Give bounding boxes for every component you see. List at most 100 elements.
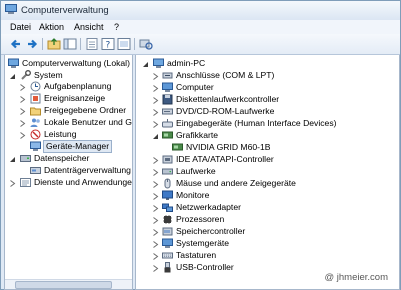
horizontal-scrollbar[interactable]: [5, 279, 132, 289]
expand-arrow-icon[interactable]: [152, 168, 159, 176]
expand-arrow-icon[interactable]: [152, 228, 159, 236]
processor-icon: [162, 214, 173, 225]
computer-icon: [153, 58, 164, 69]
dienste-label: Dienste und Anwendungen: [34, 177, 133, 187]
scrollbar-thumb[interactable]: [15, 281, 112, 289]
collapse-arrow-icon[interactable]: [152, 132, 159, 139]
computer-icon: [162, 82, 173, 93]
ereignisanzeige-label: Ereignisanzeige: [44, 93, 106, 103]
aufgabenplanung-label: Aufgabenplanung: [44, 81, 112, 91]
export-list-icon[interactable]: [85, 37, 99, 51]
datentraegerverwaltung-label: Datenträgerverwaltung: [44, 165, 131, 175]
forward-arrow-icon[interactable]: [25, 37, 39, 51]
up-folder-icon[interactable]: [47, 37, 61, 51]
menu-help[interactable]: ?: [114, 22, 119, 32]
ports-label: Anschlüsse (COM & LPT): [176, 70, 275, 80]
storage-icon: [20, 153, 31, 164]
system-devices-icon: [162, 238, 173, 249]
laufwerke-label: Laufwerke: [176, 166, 216, 176]
network-adapter-icon: [162, 202, 173, 213]
menu-datei[interactable]: Datei: [10, 22, 31, 32]
tree-root-label: Computerverwaltung (Lokal): [22, 58, 130, 68]
expand-arrow-icon[interactable]: [152, 84, 159, 92]
speichercontroller-label: Speichercontroller: [176, 226, 246, 236]
floppy-controller-icon: [162, 94, 173, 105]
computer-label: Computer: [176, 82, 214, 92]
expand-arrow-icon[interactable]: [152, 264, 159, 272]
system-tools-icon: [20, 70, 31, 81]
dvd-drive-icon: [162, 106, 173, 117]
collapse-arrow-icon[interactable]: [9, 155, 16, 162]
grafikkarte-label: Grafikkarte: [176, 130, 219, 140]
netzwerkadapter-label: Netzwerkadapter: [176, 202, 241, 212]
expand-arrow-icon[interactable]: [19, 95, 26, 103]
window-title: Computerverwaltung: [21, 5, 109, 16]
usb-label: USB-Controller: [176, 262, 234, 272]
watermark: @ jhmeier.com: [322, 272, 390, 283]
hid-icon: [162, 118, 173, 129]
expand-arrow-icon[interactable]: [152, 216, 159, 224]
port-icon: [162, 70, 173, 81]
expand-arrow-icon[interactable]: [152, 96, 159, 104]
display-adapter-icon: [172, 142, 183, 153]
toolbar: ?: [1, 34, 400, 55]
maeuse-label: Mäuse und andere Zeigegeräte: [176, 178, 296, 188]
expand-arrow-icon[interactable]: [19, 131, 26, 139]
disk-drive-icon: [162, 166, 173, 177]
freigegebene-ordner-label: Freigegebene Ordner: [44, 105, 127, 115]
expand-arrow-icon[interactable]: [19, 119, 26, 127]
menu-aktion[interactable]: Aktion: [39, 22, 64, 32]
event-viewer-icon: [30, 93, 41, 104]
device-tree[interactable]: admin-PC Anschlüsse (COM & LPT) Computer…: [135, 55, 400, 290]
collapse-arrow-icon[interactable]: [142, 60, 149, 67]
expand-arrow-icon[interactable]: [152, 240, 159, 248]
computer-management-icon: [5, 4, 17, 15]
ide-controller-icon: [162, 154, 173, 165]
expand-arrow-icon[interactable]: [152, 156, 159, 164]
back-arrow-icon[interactable]: [9, 37, 23, 51]
expand-arrow-icon[interactable]: [152, 252, 159, 260]
computer-management-icon: [8, 58, 19, 69]
expand-arrow-icon[interactable]: [152, 204, 159, 212]
expand-arrow-icon[interactable]: [19, 107, 26, 115]
ide-label: IDE ATA/ATAPI-Controller: [176, 154, 274, 164]
display-adapter-icon: [162, 130, 173, 141]
expand-arrow-icon[interactable]: [152, 72, 159, 80]
device-manager-icon: [30, 141, 41, 152]
performance-icon: [30, 129, 41, 140]
expand-arrow-icon[interactable]: [152, 192, 159, 200]
task-scheduler-icon: [30, 81, 41, 92]
scan-hardware-icon[interactable]: [139, 37, 153, 51]
expand-arrow-icon[interactable]: [152, 108, 159, 116]
navigation-tree[interactable]: Computerverwaltung (Lokal) System Aufgab…: [4, 55, 133, 290]
mouse-icon: [162, 178, 173, 189]
svg-text:?: ?: [106, 41, 111, 51]
expand-arrow-icon[interactable]: [19, 83, 26, 91]
app-window: Computerverwaltung Datei Aktion Ansicht …: [0, 0, 401, 290]
title-bar[interactable]: Computerverwaltung: [1, 1, 400, 20]
expand-arrow-icon[interactable]: [152, 120, 159, 128]
geraete-manager-label: Geräte-Manager: [43, 140, 113, 153]
monitor-icon: [162, 190, 173, 201]
dvd-label: DVD/CD-ROM-Laufwerke: [176, 106, 275, 116]
services-icon: [20, 177, 31, 188]
device-root-label: admin-PC: [167, 58, 206, 68]
properties-icon[interactable]: [117, 37, 131, 51]
floppy-controller-label: Diskettenlaufwerkcontroller: [176, 94, 280, 104]
expand-arrow-icon[interactable]: [9, 179, 16, 187]
storage-controller-icon: [162, 226, 173, 237]
help-icon[interactable]: ?: [101, 37, 115, 51]
shared-folder-icon: [30, 105, 41, 116]
keyboard-icon: [162, 250, 173, 261]
datenspeicher-label: Datenspeicher: [34, 153, 90, 163]
expand-arrow-icon[interactable]: [152, 180, 159, 188]
leistung-label: Leistung: [44, 129, 77, 139]
menu-ansicht[interactable]: Ansicht: [74, 22, 104, 32]
monitore-label: Monitore: [176, 190, 210, 200]
users-icon: [30, 117, 41, 128]
hid-label: Eingabegeräte (Human Interface Devices): [176, 118, 337, 128]
show-tree-icon[interactable]: [63, 37, 77, 51]
system-label: System: [34, 70, 63, 80]
collapse-arrow-icon[interactable]: [9, 72, 16, 79]
tastaturen-label: Tastaturen: [176, 250, 217, 260]
